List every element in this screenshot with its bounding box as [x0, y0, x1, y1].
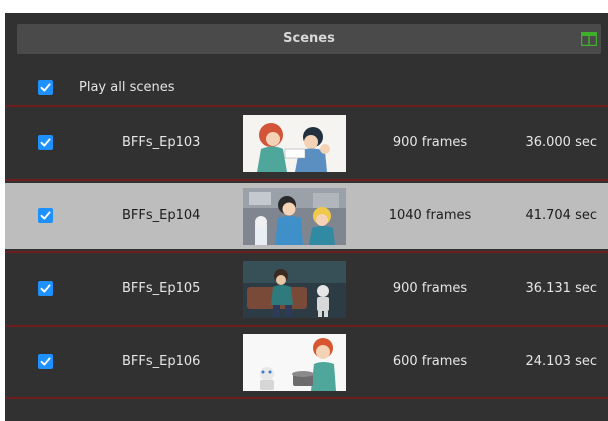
panel-title: Scenes — [283, 31, 335, 46]
scene-duration: 24.103 sec — [525, 354, 597, 369]
scene-frames: 900 frames — [392, 281, 468, 296]
scene-frames: 900 frames — [392, 135, 468, 150]
scene-row[interactable]: BFFs_Ep104 1040 frames 41.704 sec — [5, 183, 608, 249]
scenes-header: Scenes — [17, 24, 601, 54]
row-divider — [5, 325, 608, 327]
scene-thumbnail — [243, 261, 346, 318]
scene-frames: 1040 frames — [388, 208, 472, 223]
play-all-row: Play all scenes — [5, 73, 608, 103]
scene-thumbnail — [243, 188, 346, 245]
scene-checkbox[interactable] — [38, 135, 53, 150]
scene-frames: 600 frames — [392, 354, 468, 369]
scenes-panel: Scenes Play all scenes BFFs_Ep103 900 fr… — [5, 13, 608, 421]
row-divider — [5, 397, 608, 399]
scene-checkbox[interactable] — [38, 281, 53, 296]
scene-name: BFFs_Ep104 — [122, 208, 201, 223]
check-icon — [40, 138, 51, 147]
scene-thumbnail — [243, 115, 346, 172]
scene-checkbox[interactable] — [38, 208, 53, 223]
check-icon — [40, 284, 51, 293]
row-divider — [5, 105, 608, 107]
scene-row[interactable]: BFFs_Ep105 900 frames 36.131 sec — [5, 256, 608, 322]
play-all-checkbox[interactable] — [38, 80, 53, 95]
scene-name: BFFs_Ep105 — [122, 281, 201, 296]
row-divider — [5, 251, 608, 253]
scene-duration: 36.000 sec — [525, 135, 597, 150]
check-icon — [40, 357, 51, 366]
scene-thumbnail — [243, 334, 346, 391]
scene-checkbox[interactable] — [38, 354, 53, 369]
check-icon — [40, 83, 51, 92]
scene-name: BFFs_Ep106 — [122, 354, 201, 369]
row-divider — [5, 179, 608, 181]
scene-name: BFFs_Ep103 — [122, 135, 201, 150]
split-view-icon[interactable] — [581, 32, 597, 46]
scene-duration: 36.131 sec — [525, 281, 597, 296]
check-icon — [40, 211, 51, 220]
play-all-label: Play all scenes — [79, 80, 175, 95]
scene-row[interactable]: BFFs_Ep106 600 frames 24.103 sec — [5, 329, 608, 395]
scene-row[interactable]: BFFs_Ep103 900 frames 36.000 sec — [5, 110, 608, 176]
scene-duration: 41.704 sec — [525, 208, 597, 223]
